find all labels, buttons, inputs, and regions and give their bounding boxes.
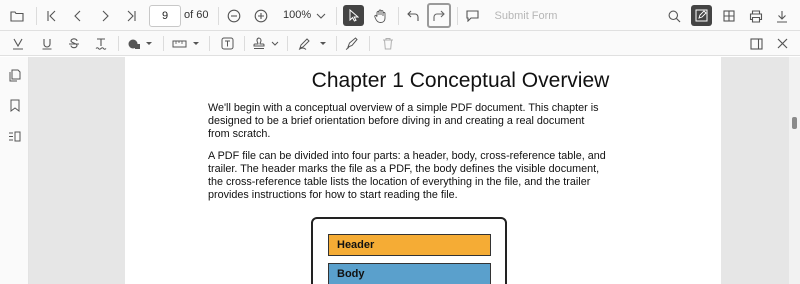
chapter-title: Chapter 1 Conceptual Overview	[311, 69, 610, 92]
toolbar-divider	[398, 7, 399, 25]
page-number-input[interactable]: 9	[149, 5, 181, 27]
document-viewer[interactable]: Chapter 1 Conceptual Overview We'll begi…	[29, 57, 800, 284]
shape-icon[interactable]	[125, 34, 155, 53]
toolbar-divider	[369, 36, 370, 51]
document-page: Chapter 1 Conceptual Overview We'll begi…	[125, 57, 721, 284]
search-icon[interactable]	[664, 6, 684, 26]
diagram-body-box: Body	[328, 263, 491, 284]
toolbar-divider	[209, 36, 210, 51]
submit-form-button[interactable]: Submit Form	[491, 6, 561, 26]
thumbnails-icon[interactable]	[5, 66, 24, 85]
ink-icon[interactable]	[341, 34, 361, 53]
toolbar-divider	[336, 7, 337, 25]
organize-icon[interactable]	[5, 127, 24, 146]
signature-icon[interactable]	[296, 34, 330, 53]
pdf-structure-diagram: Header Body	[311, 217, 507, 284]
organize-pages-icon[interactable]	[719, 6, 739, 26]
last-page-icon[interactable]	[121, 6, 141, 26]
strikethrough-icon[interactable]	[65, 34, 83, 53]
select-cursor-icon[interactable]	[343, 5, 364, 26]
underline-icon[interactable]	[38, 34, 56, 53]
toolbar-divider	[336, 36, 337, 51]
scrollbar-thumb[interactable]	[792, 117, 797, 129]
diagram-header-box: Header	[328, 234, 491, 256]
undo-icon[interactable]	[403, 6, 423, 26]
zoom-level-label[interactable]: 100%	[283, 9, 311, 21]
toolbar-divider	[218, 7, 219, 25]
measure-icon[interactable]	[170, 34, 202, 53]
document-paragraph: We'll begin with a conceptual overview o…	[208, 102, 599, 140]
squiggly-icon[interactable]	[92, 34, 110, 53]
toolbar-divider	[244, 36, 245, 51]
toolbar-divider	[163, 36, 164, 51]
delete-icon[interactable]	[378, 34, 398, 53]
toolbar-divider	[457, 7, 458, 25]
next-page-icon[interactable]	[95, 6, 115, 26]
navigation-sidebar	[0, 57, 29, 284]
comment-icon[interactable]	[462, 6, 482, 26]
edit-annotation-icon[interactable]	[691, 5, 712, 26]
toolbar-divider	[36, 7, 37, 25]
previous-page-icon[interactable]	[68, 6, 88, 26]
highlight-icon[interactable]	[9, 34, 27, 53]
pdf-viewer-app: 9 of 60 100% Submit Form Chapter 1 Conce…	[0, 0, 800, 284]
document-paragraph: A PDF file can be divided into four part…	[208, 150, 606, 201]
redo-icon[interactable]	[427, 3, 451, 28]
main-toolbar: 9 of 60 100% Submit Form	[0, 0, 800, 31]
open-file-icon[interactable]	[7, 6, 27, 26]
zoom-in-icon[interactable]	[251, 6, 271, 26]
first-page-icon[interactable]	[42, 6, 62, 26]
page-count-label: of 60	[184, 9, 209, 21]
vertical-scrollbar[interactable]	[789, 57, 800, 284]
pan-hand-icon[interactable]	[370, 6, 390, 26]
download-icon[interactable]	[772, 6, 792, 26]
bookmark-icon[interactable]	[5, 96, 24, 115]
stamp-icon[interactable]	[251, 34, 281, 53]
free-text-icon[interactable]	[216, 34, 238, 53]
zoom-out-icon[interactable]	[224, 6, 244, 26]
toolbar-divider	[118, 36, 119, 51]
print-icon[interactable]	[746, 6, 766, 26]
annotation-toolbar	[0, 31, 800, 56]
comment-panel-icon[interactable]	[746, 34, 766, 53]
toolbar-divider	[287, 36, 288, 51]
chevron-down-icon[interactable]	[312, 6, 330, 26]
close-icon[interactable]	[772, 34, 792, 53]
